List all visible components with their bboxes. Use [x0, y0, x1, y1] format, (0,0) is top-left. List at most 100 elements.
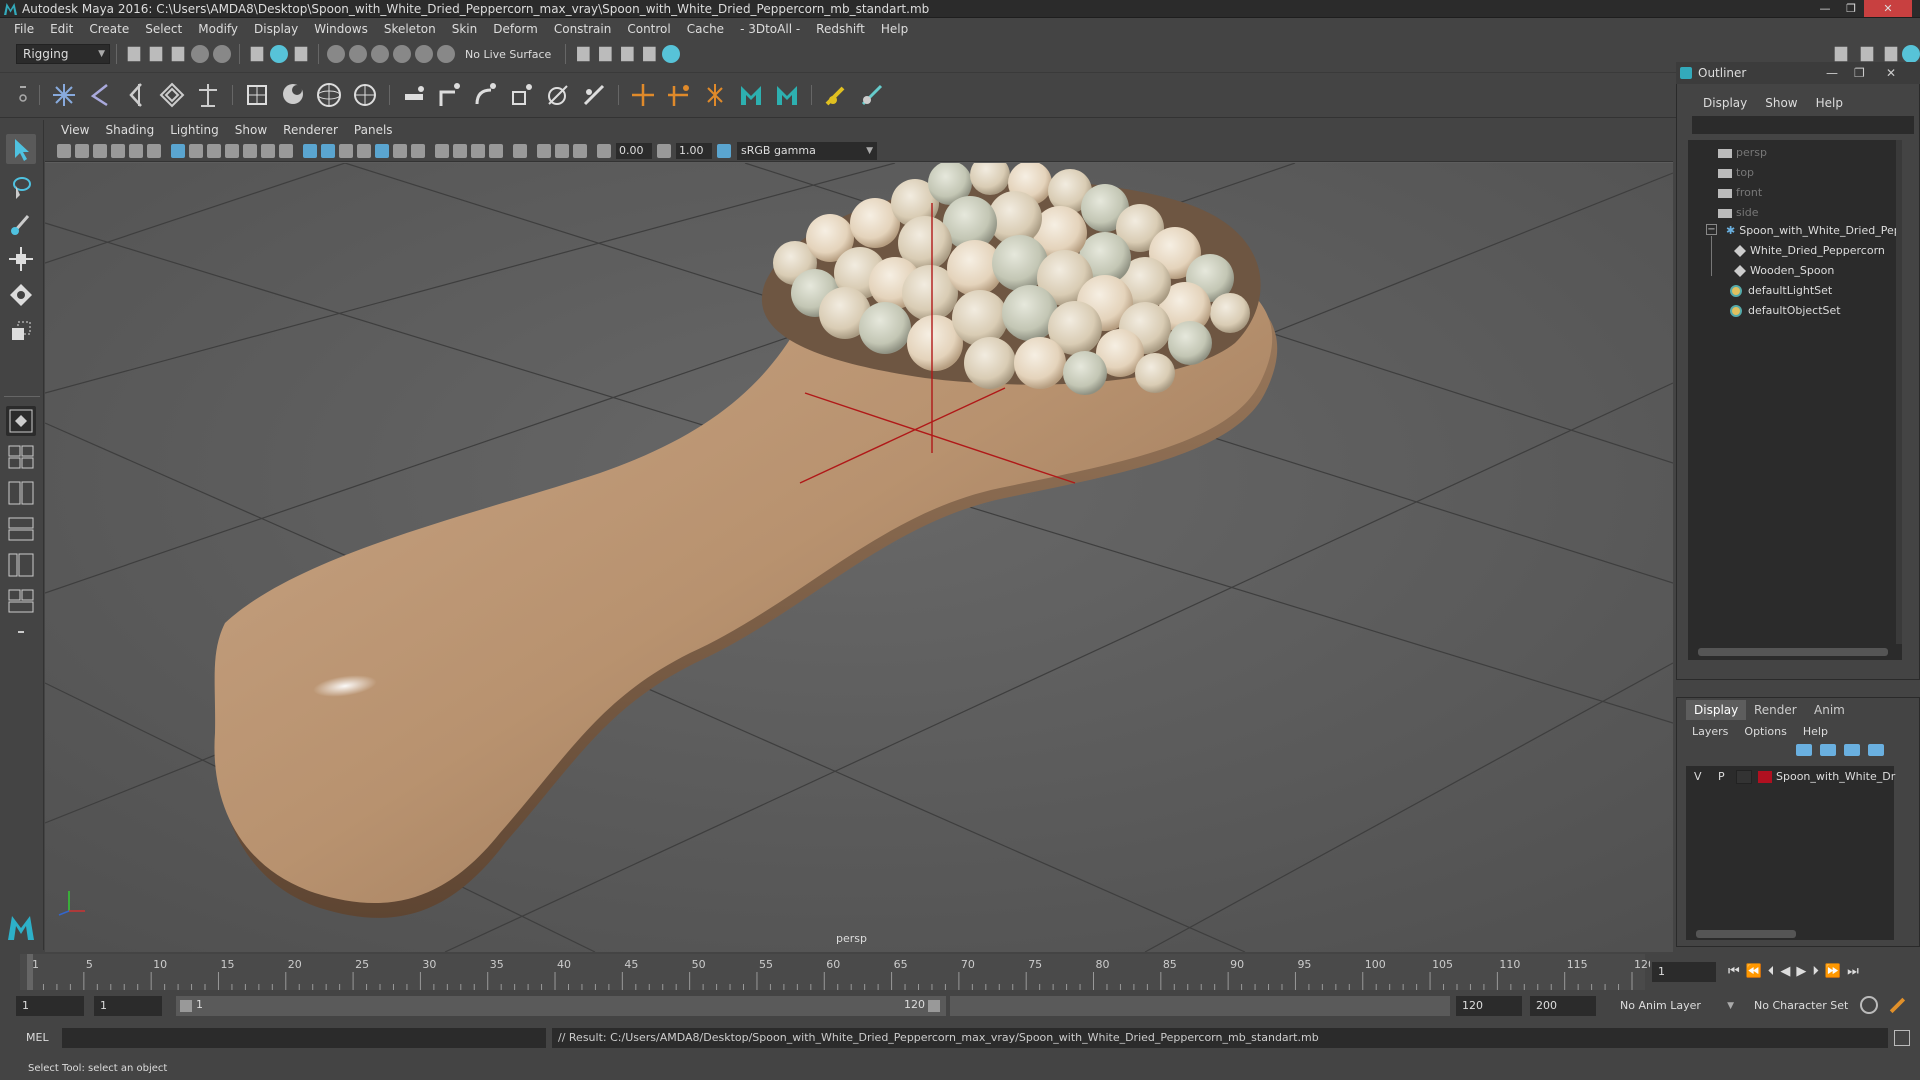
layer-name[interactable]: Spoon_with_White_Dr	[1776, 768, 1895, 786]
menu-skin[interactable]: Skin	[444, 22, 486, 36]
view-transform-dropdown[interactable]: sRGB gamma ▼	[737, 141, 877, 160]
rotate-tool-icon[interactable]	[6, 280, 36, 310]
snap-view-icon[interactable]	[393, 45, 411, 63]
current-time-indicator[interactable]	[27, 954, 33, 990]
ik-spline-icon[interactable]	[121, 80, 151, 110]
play-forward-icon[interactable]: ▶	[1796, 964, 1806, 979]
go-to-start-icon[interactable]: ⏮	[1728, 964, 1740, 979]
point-constraint-icon[interactable]	[399, 80, 429, 110]
parent-constraint-icon[interactable]	[543, 80, 573, 110]
select-hierarchy-icon[interactable]	[250, 46, 264, 62]
save-scene-icon[interactable]	[171, 46, 185, 62]
range-slider[interactable]: 1 120	[176, 996, 946, 1016]
default-material-icon[interactable]	[339, 143, 353, 158]
wireframe-icon[interactable]	[303, 143, 317, 158]
image-plane-icon[interactable]	[111, 143, 125, 158]
attribute-editor-icon[interactable]	[1860, 46, 1874, 62]
animation-preferences-icon[interactable]	[1889, 997, 1906, 1014]
outliner-item-default-light-set[interactable]: defaultLightSet	[1730, 282, 1898, 300]
motion-blur-icon[interactable]	[453, 143, 467, 158]
outliner-menu-display[interactable]: Display	[1694, 96, 1756, 110]
new-scene-icon[interactable]	[127, 46, 141, 62]
gamma-field[interactable]: 1.00	[676, 142, 712, 159]
menu-edit[interactable]: Edit	[42, 22, 81, 36]
layer-playback-toggle[interactable]: P	[1718, 768, 1725, 786]
paint-weights-icon[interactable]	[821, 80, 851, 110]
orient-constraint-icon[interactable]	[471, 80, 501, 110]
outliner-horizontal-scrollbar[interactable]	[1698, 648, 1888, 656]
go-to-end-icon[interactable]: ⏭	[1847, 964, 1859, 979]
wrap-icon[interactable]	[314, 80, 344, 110]
outliner-item-front[interactable]: front	[1718, 184, 1880, 202]
hypershade-icon[interactable]	[662, 45, 681, 63]
xray-active-icon[interactable]	[555, 143, 569, 158]
undo-icon[interactable]	[191, 45, 209, 63]
menu-control[interactable]: Control	[619, 22, 678, 36]
snap-surface-icon[interactable]	[415, 45, 433, 63]
screen-space-ao-icon[interactable]	[435, 143, 449, 158]
menu-deform[interactable]: Deform	[485, 22, 546, 36]
step-back-frame-icon[interactable]: ⏴	[1768, 964, 1775, 979]
modeling-toolkit-icon[interactable]	[1834, 46, 1848, 62]
joint-tool-icon[interactable]	[49, 80, 79, 110]
humanik-icon[interactable]	[193, 80, 223, 110]
isolate-select-icon[interactable]	[513, 143, 527, 158]
outliner-item-spoon-group[interactable]: ✱ Spoon_with_White_Dried_Pep	[1726, 222, 1902, 240]
persp-outliner-layout-icon[interactable]	[6, 550, 36, 580]
grid-icon[interactable]	[171, 143, 185, 158]
exposure-field[interactable]: 0.00	[616, 142, 652, 159]
layer-type-toggle[interactable]	[1736, 770, 1752, 784]
current-frame-field[interactable]: 1	[1652, 962, 1716, 982]
select-component-icon[interactable]	[294, 46, 308, 62]
four-view-layout-icon[interactable]	[6, 442, 36, 472]
smooth-shade-icon[interactable]	[321, 143, 335, 158]
close-button[interactable]: ✕	[1864, 0, 1912, 17]
viewport-menu-view[interactable]: View	[53, 123, 97, 137]
anim-layer-dropdown[interactable]: No Anim Layer ▼	[1614, 996, 1738, 1016]
skin-bind-icon[interactable]	[157, 80, 187, 110]
collapse-icon[interactable]: −	[1706, 224, 1717, 235]
menuset-dropdown[interactable]: Rigging ▼	[16, 44, 110, 64]
menu-cache[interactable]: Cache	[679, 22, 732, 36]
outliner-close-button[interactable]: ✕	[1886, 62, 1896, 84]
outliner-maximize-button[interactable]: ❐	[1854, 62, 1865, 84]
viewport-menu-show[interactable]: Show	[227, 123, 275, 137]
range-start-handle[interactable]	[180, 1000, 192, 1012]
outliner-menu-show[interactable]: Show	[1756, 96, 1806, 110]
snap-grid-icon[interactable]	[327, 45, 345, 63]
tool-settings-icon[interactable]	[1884, 46, 1898, 62]
snap-pivot-icon[interactable]	[437, 45, 455, 63]
gate-mask-icon[interactable]	[225, 143, 239, 158]
menu-3dtoall[interactable]: - 3DtoAll -	[732, 22, 808, 36]
animation-end-field[interactable]: 200	[1530, 996, 1596, 1016]
script-language-toggle[interactable]: MEL	[26, 1031, 49, 1044]
playback-end-field[interactable]: 120	[1456, 996, 1522, 1016]
minimize-button[interactable]: —	[1812, 0, 1838, 17]
viewport-menu-renderer[interactable]: Renderer	[275, 123, 346, 137]
new-layer-icon[interactable]	[1844, 744, 1860, 756]
menu-create[interactable]: Create	[81, 22, 137, 36]
scale-tool-icon[interactable]	[6, 316, 36, 346]
outliner-item-side[interactable]: side	[1718, 204, 1880, 222]
3d-scene-view[interactable]	[45, 163, 1673, 952]
ik-handle-icon[interactable]	[85, 80, 115, 110]
menu-help[interactable]: Help	[873, 22, 916, 36]
character-set-dropdown[interactable]: No Character Set	[1748, 996, 1872, 1016]
lattice-icon[interactable]	[242, 80, 272, 110]
move-layer-down-icon[interactable]	[1820, 744, 1836, 756]
paint-select-tool-icon[interactable]	[6, 208, 36, 238]
ipr-render-icon[interactable]	[621, 46, 634, 62]
step-back-key-icon[interactable]: ⏪	[1746, 964, 1762, 979]
layer-color-swatch[interactable]	[1758, 771, 1772, 783]
shelf-options-icon[interactable]	[16, 80, 30, 110]
scale-constraint-icon[interactable]	[507, 80, 537, 110]
color-management-icon[interactable]	[717, 143, 731, 158]
shadows-icon[interactable]	[411, 143, 425, 158]
maximize-button[interactable]: ❐	[1838, 0, 1864, 17]
xray-joints-icon[interactable]	[573, 143, 587, 158]
camera-attributes-icon[interactable]	[75, 143, 89, 158]
move-layer-up-icon[interactable]	[1796, 744, 1812, 756]
outliner-vertical-scrollbar[interactable]	[1896, 140, 1902, 644]
menu-windows[interactable]: Windows	[306, 22, 376, 36]
bookmark-icon[interactable]	[93, 143, 107, 158]
